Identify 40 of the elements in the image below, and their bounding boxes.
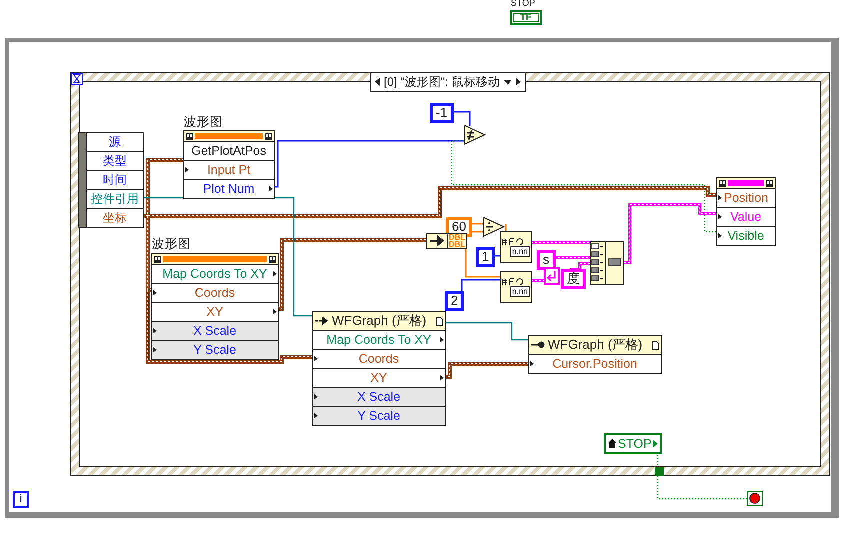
not-equal-icon — [464, 125, 486, 145]
dropdown-caret-icon — [504, 80, 512, 84]
case-label: [0] "波形图": 鼠标移动 — [384, 74, 500, 90]
constant: 1 — [476, 247, 496, 267]
increment-arrow-icon — [516, 78, 521, 86]
iteration-terminal: i — [13, 491, 29, 508]
node-terminal: Y Scale — [152, 341, 278, 359]
concatenate-strings-node-drawing — [590, 241, 624, 285]
constant: 2 — [445, 291, 464, 311]
output-arrow-icon — [652, 440, 658, 448]
stop-terminal-icon — [747, 491, 763, 506]
event-data-terminal: 源 — [87, 133, 143, 152]
case-selector[interactable]: [0] "波形图": 鼠标移动 — [370, 72, 526, 92]
event-data-terminal: 控件引用 — [87, 190, 143, 209]
node-terminal: X Scale — [152, 322, 278, 341]
home-icon — [608, 439, 617, 448]
event-data-terminal: 坐标 — [102, 210, 128, 227]
event-data-terminal: 时间 — [87, 171, 143, 190]
decrement-arrow-icon — [375, 78, 380, 86]
constant: 度 — [561, 269, 586, 289]
node-terminal: X Scale — [313, 388, 445, 407]
node-terminal: Y Scale — [313, 407, 445, 425]
event-data-terminal: 类型 — [87, 152, 143, 171]
control-label: STOP — [618, 436, 652, 450]
tunnel-icon — [655, 467, 664, 476]
node-label: 波形图 — [184, 114, 223, 131]
carriage-return-icon — [544, 267, 560, 285]
type-label: DBL — [448, 241, 466, 248]
node-title: WFGraph (严格) — [548, 336, 644, 354]
constant: -1 — [430, 103, 454, 123]
stop-control[interactable]: STOP — [604, 433, 662, 454]
boolean-indicator: TF — [510, 10, 542, 25]
format-string: n.nn — [510, 286, 530, 296]
format-string: n.nn — [510, 246, 530, 256]
node-label: 波形图 — [152, 236, 191, 253]
constant: s — [537, 250, 556, 270]
indicator-label: STOP — [511, 0, 536, 8]
hourglass-icon — [71, 73, 83, 85]
type-label: DBL — [448, 234, 466, 241]
node-title: WFGraph (严格) — [332, 312, 428, 330]
